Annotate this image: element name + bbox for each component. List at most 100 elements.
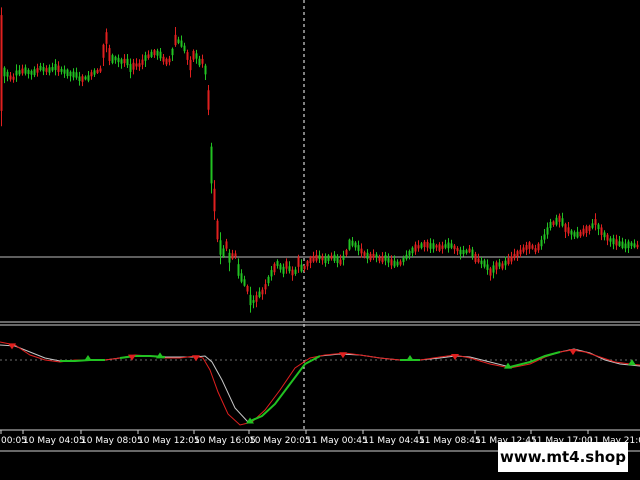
candle-body [579, 231, 582, 237]
candle-body [453, 245, 456, 250]
candle-body [393, 260, 396, 267]
candle-body [375, 254, 378, 258]
candle-body [435, 245, 438, 248]
candle-body [396, 261, 399, 266]
time-axis-label: 10 May 16:05 [194, 436, 256, 446]
candle-body [96, 69, 99, 74]
candle-body [69, 71, 72, 77]
candle-body [591, 223, 594, 228]
candle-body [9, 75, 12, 80]
candle-body [237, 264, 240, 276]
time-axis-label: 10 May 08:05 [81, 436, 143, 446]
candle-body [132, 62, 135, 70]
candle-body [354, 242, 357, 248]
candle-body [126, 58, 129, 66]
candle-body [3, 67, 6, 77]
candle-body [555, 217, 558, 225]
candle-body [486, 264, 489, 270]
candle-body [147, 54, 150, 58]
candle-body [624, 243, 627, 249]
candle-body [372, 253, 375, 258]
candle-body [93, 70, 96, 75]
candle-body [210, 146, 213, 184]
candle-body [75, 72, 78, 78]
candle-body [48, 67, 51, 73]
candle-body [618, 241, 621, 246]
candle-body [111, 55, 114, 63]
candle-body [186, 52, 189, 60]
candle-body [216, 220, 219, 240]
candle-body [249, 294, 252, 306]
candle-body [432, 243, 435, 249]
candle-body [630, 242, 633, 246]
time-axis-label: 11 May 04:45 [363, 436, 425, 446]
watermark-logo: www.mt4.shop [498, 442, 628, 472]
candle-body [495, 262, 498, 270]
candle-body [42, 67, 45, 72]
candle-body [345, 250, 348, 255]
chart-canvas[interactable]: 00:0510 May 04:0510 May 08:0510 May 12:0… [0, 0, 640, 480]
candle-body [492, 265, 495, 273]
candle-body [282, 266, 285, 274]
candle-body [420, 243, 423, 248]
candle-body [594, 219, 597, 225]
candle-body [471, 249, 474, 257]
candle-body [225, 241, 228, 249]
candle-body [405, 254, 408, 259]
candle-body [450, 243, 453, 248]
candle-body [609, 238, 612, 242]
candle-body [27, 69, 30, 75]
candle-body [615, 239, 618, 246]
candle-body [279, 264, 282, 270]
candle-body [180, 40, 183, 47]
candle-body [531, 245, 534, 249]
candle-body [561, 218, 564, 226]
candle-body [528, 242, 531, 249]
candle-body [525, 245, 528, 250]
candle-body [441, 245, 444, 249]
candle-body [234, 253, 237, 257]
candle-body [456, 248, 459, 252]
candle-body [342, 255, 345, 260]
candle-body [258, 291, 261, 297]
candle-body [300, 264, 303, 272]
candle-body [81, 76, 84, 82]
candle-body [315, 254, 318, 261]
candle-body [276, 261, 279, 266]
candle-body [507, 258, 510, 264]
candle-body [444, 244, 447, 248]
candle-body [129, 64, 132, 72]
candle-body [477, 258, 480, 263]
candle-body [360, 248, 363, 254]
candle-body [15, 70, 18, 76]
candle-body [294, 269, 297, 274]
candle-body [513, 253, 516, 259]
candle-body [231, 253, 234, 259]
candle-body [57, 65, 60, 72]
candle-body [348, 239, 351, 250]
candle-body [564, 224, 567, 232]
candle-body [267, 276, 270, 284]
candle-body [240, 273, 243, 282]
candle-body [627, 241, 630, 249]
candle-body [105, 32, 108, 44]
candle-body [36, 68, 39, 73]
candle-body [597, 224, 600, 230]
candle-body [387, 258, 390, 263]
candle-body [156, 50, 159, 56]
candle-body [45, 68, 48, 72]
candle-body [99, 68, 102, 72]
candle-body [468, 248, 471, 253]
candle-body [144, 55, 147, 61]
candle-body [582, 228, 585, 235]
candle-body [162, 56, 165, 62]
candle-body [567, 227, 570, 234]
candle-body [459, 249, 462, 255]
candle-body [417, 245, 420, 249]
candle-body [438, 244, 441, 251]
candle-body [588, 225, 591, 231]
candle-body [51, 67, 54, 71]
candle-body [246, 285, 249, 292]
candle-body [297, 257, 300, 267]
candle-body [519, 249, 522, 255]
